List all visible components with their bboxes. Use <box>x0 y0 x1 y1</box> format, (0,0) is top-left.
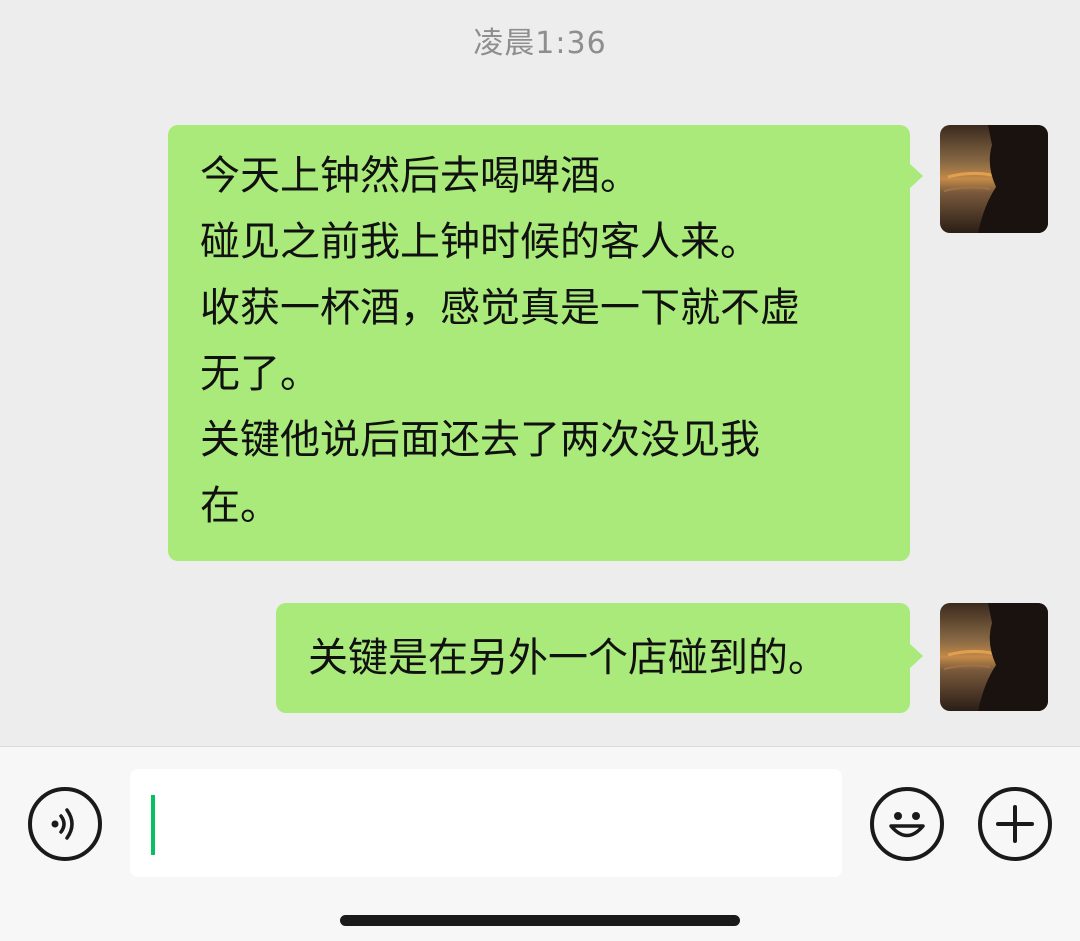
message-line: 今天上钟然后去喝啤酒。 <box>200 153 640 199</box>
message-row: 关键是在另外一个店碰到的。 <box>276 603 1048 713</box>
emoji-icon[interactable] <box>870 787 944 861</box>
message-line: 收获一杯酒，感觉真是一下就不虚 <box>200 285 800 331</box>
message-line: 在。 <box>200 483 280 529</box>
message-line: 关键是在另外一个店碰到的。 <box>308 635 828 681</box>
message-bubble[interactable]: 今天上钟然后去喝啤酒。 碰见之前我上钟时候的客人来。 收获一杯酒，感觉真是一下就… <box>168 125 923 561</box>
home-indicator[interactable] <box>340 915 740 926</box>
chat-screen: 凌晨1:36 今天上钟然后去喝啤酒。 碰见之前我上钟时候的客人来。 收获一杯酒，… <box>0 0 1080 941</box>
message-bubble[interactable]: 关键是在另外一个店碰到的。 <box>276 603 923 713</box>
avatar[interactable] <box>940 125 1048 233</box>
message-input-bar <box>0 746 1080 941</box>
message-line: 碰见之前我上钟时候的客人来。 <box>200 219 760 265</box>
message-timestamp: 凌晨1:36 <box>473 26 607 61</box>
plus-icon[interactable] <box>978 787 1052 861</box>
message-input[interactable] <box>130 769 842 877</box>
avatar[interactable] <box>940 603 1048 711</box>
voice-icon[interactable] <box>28 787 102 861</box>
message-line: 关键他说后面还去了两次没见我 <box>200 417 760 463</box>
text-caret <box>151 795 155 855</box>
message-row: 今天上钟然后去喝啤酒。 碰见之前我上钟时候的客人来。 收获一杯酒，感觉真是一下就… <box>168 125 1048 561</box>
message-line: 无了。 <box>200 351 320 397</box>
